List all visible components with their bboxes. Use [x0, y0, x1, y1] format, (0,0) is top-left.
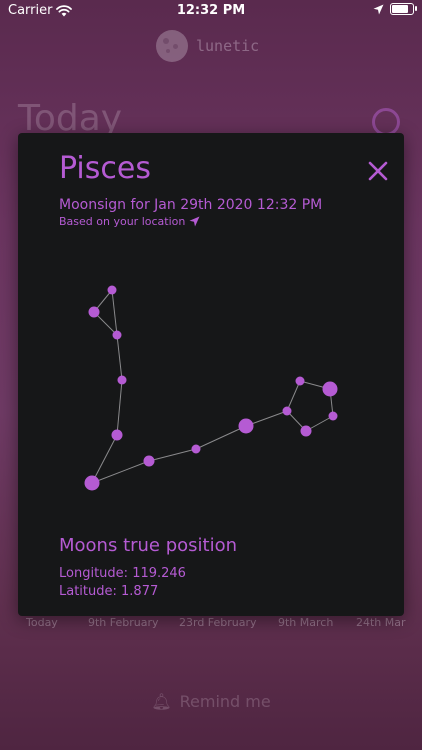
constellation-line — [91, 434, 118, 484]
constellation-star — [84, 475, 100, 491]
constellation-star — [111, 429, 123, 441]
constellation-line — [148, 448, 197, 462]
constellation-star — [143, 455, 155, 467]
constellation-star — [107, 285, 117, 295]
constellation-line — [286, 380, 301, 412]
latitude-label: Latitude: — [59, 584, 117, 599]
remind-me-label: Remind me — [179, 692, 271, 711]
constellation-star — [300, 425, 312, 437]
battery-icon — [390, 3, 417, 15]
constellation-star — [238, 418, 254, 434]
latitude-value: 1.877 — [121, 584, 159, 599]
constellation-line — [116, 379, 123, 436]
constellation-star — [117, 375, 127, 385]
constellation-star — [295, 376, 305, 386]
constellation-star — [88, 306, 100, 318]
battery-fill — [392, 5, 408, 13]
constellation-line — [116, 334, 123, 381]
latitude-row: Latitude: 1.877 — [59, 584, 158, 599]
date-item[interactable]: 24th Mar — [356, 616, 406, 629]
date-item[interactable]: 23rd February — [179, 616, 257, 629]
date-timeline: Today 9th February 23rd February 9th Mar… — [0, 616, 422, 636]
background-action-icon — [372, 108, 400, 136]
date-item[interactable]: Today — [26, 616, 58, 629]
moon-logo-icon — [156, 30, 188, 62]
status-bar: Carrier 12:32 PM — [0, 0, 422, 22]
remind-me-button[interactable]: 🔔︎ Remind me — [0, 692, 422, 711]
constellation-star — [112, 330, 122, 340]
date-item[interactable]: 9th February — [88, 616, 159, 629]
constellation-line — [195, 425, 247, 450]
moon-position-title: Moons true position — [59, 535, 238, 556]
date-item[interactable]: 9th March — [278, 616, 333, 629]
longitude-value: 119.246 — [132, 566, 186, 581]
app-name: lunetic — [196, 37, 260, 55]
status-right — [373, 3, 417, 15]
constellation-line — [91, 460, 150, 484]
constellation-line — [111, 289, 118, 336]
constellation-star — [328, 411, 338, 421]
constellation-star — [191, 444, 201, 454]
longitude-row: Longitude: 119.246 — [59, 566, 186, 581]
bell-icon: 🔔︎ — [151, 692, 172, 711]
moonsign-modal: Pisces Moonsign for Jan 29th 2020 12:32 … — [18, 133, 404, 616]
constellation-star — [282, 406, 292, 416]
status-time: 12:32 PM — [176, 3, 246, 18]
longitude-label: Longitude: — [59, 566, 129, 581]
app-logo: lunetic — [156, 30, 259, 62]
location-services-icon — [373, 4, 384, 14]
constellation-star — [322, 381, 338, 397]
